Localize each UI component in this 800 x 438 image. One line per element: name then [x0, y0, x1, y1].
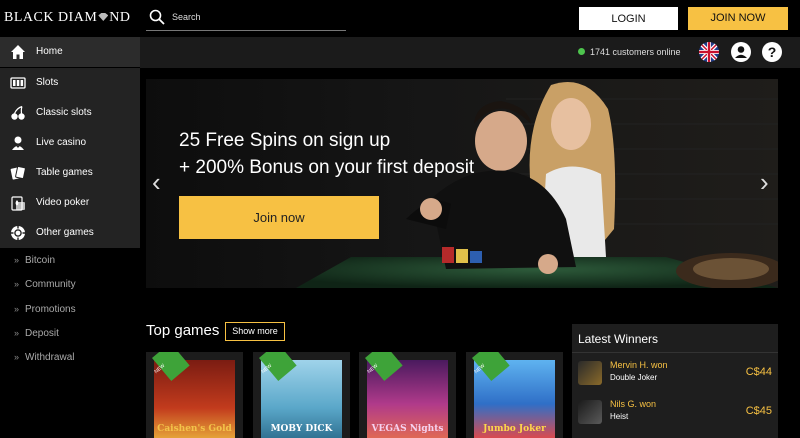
game-tile-caishens-gold[interactable]: NEW Caishen's Gold: [146, 352, 243, 438]
game-tile-moby-dick[interactable]: NEW MOBY DICK: [253, 352, 350, 438]
game-tile-vegas-nights[interactable]: NEW VEGAS Nights: [359, 352, 456, 438]
sidebar: Home Slots Classic slots Live casino Tab…: [0, 37, 140, 438]
sidebar-link-label: Bitcoin: [25, 255, 56, 266]
game-tile-jumbo-joker[interactable]: NEW Jumbo Joker: [466, 352, 563, 438]
sidebar-item-table-games[interactable]: Table games: [0, 158, 140, 188]
top-games-title: Top games: [146, 322, 220, 339]
user-icon[interactable]: [731, 42, 751, 62]
sidebar-link-bitcoin[interactable]: » Bitcoin: [14, 255, 55, 266]
game-title: Caishen's Gold: [157, 424, 232, 434]
divider: [572, 352, 778, 353]
chevron-right-icon: »: [14, 279, 20, 289]
sidebar-link-label: Withdrawal: [25, 352, 75, 363]
show-more-button[interactable]: Show more: [225, 322, 285, 341]
online-text: 1741 customers online: [590, 47, 681, 57]
dealer-icon: [12, 136, 24, 150]
banner-line-1: 25 Free Spins on sign up: [179, 130, 391, 151]
sidebar-item-label: Table games: [36, 167, 93, 178]
sidebar-item-classic-slots[interactable]: Classic slots: [0, 98, 140, 128]
sidebar-item-label: Slots: [36, 77, 59, 88]
winner-game-thumbnail: [578, 400, 602, 424]
poker-icon: [11, 196, 25, 211]
top-bar: BLACK DIAM ND Search LOGIN JOIN NOW: [0, 0, 800, 37]
winner-row[interactable]: Nils G. won Heist C$45: [572, 396, 778, 434]
sidebar-item-slots[interactable]: Slots: [0, 68, 140, 98]
logo-text-right: ND: [109, 10, 131, 25]
help-icon[interactable]: ?: [762, 42, 782, 62]
sidebar-item-other-games[interactable]: Other games: [0, 218, 140, 248]
winner-game: Heist: [610, 412, 629, 421]
brand-logo[interactable]: BLACK DIAM ND: [4, 10, 131, 26]
promo-banner[interactable]: 25 Free Spins on sign up + 200% Bonus on…: [146, 79, 778, 288]
join-now-button[interactable]: JOIN NOW: [688, 7, 788, 30]
chevron-right-icon[interactable]: ›: [760, 169, 769, 195]
chevron-right-icon: »: [14, 352, 20, 362]
game-title: MOBY DICK: [270, 424, 333, 434]
chevron-right-icon: »: [14, 328, 20, 338]
home-icon: [11, 45, 25, 59]
sidebar-item-label: Video poker: [36, 197, 90, 208]
chevron-right-icon: »: [14, 255, 20, 265]
casino-scene-image: [146, 79, 778, 288]
winner-amount: C$45: [745, 405, 772, 417]
sidebar-item-label: Live casino: [36, 137, 87, 148]
search-icon: [149, 9, 165, 25]
winner-game-thumbnail: [578, 361, 602, 385]
winner-game: Double Joker: [610, 373, 658, 382]
banner-headline: 25 Free Spins on sign up + 200% Bonus on…: [179, 127, 474, 181]
cherries-icon: [11, 105, 25, 120]
sidebar-link-label: Deposit: [25, 328, 59, 339]
sidebar-item-label: Other games: [36, 227, 94, 238]
cards-icon: [10, 165, 26, 180]
sidebar-link-deposit[interactable]: » Deposit: [14, 328, 59, 339]
banner-line-2: + 200% Bonus on your first deposit: [179, 157, 475, 178]
sidebar-link-withdrawal[interactable]: » Withdrawal: [14, 352, 74, 363]
banner-join-button[interactable]: Join now: [179, 196, 379, 239]
sidebar-item-live-casino[interactable]: Live casino: [0, 128, 140, 158]
logo-text-left: BLACK DIAM: [4, 10, 98, 25]
sidebar-link-community[interactable]: » Community: [14, 279, 76, 290]
chevron-right-icon: »: [14, 304, 20, 314]
winner-row[interactable]: Mervin H. won Double Joker C$44: [572, 357, 778, 395]
game-title: Jumbo Joker: [483, 424, 546, 434]
latest-winners-title: Latest Winners: [578, 332, 659, 346]
sidebar-item-label: Home: [36, 46, 63, 57]
sidebar-item-label: Classic slots: [36, 107, 92, 118]
search-placeholder: Search: [172, 12, 201, 22]
login-button[interactable]: LOGIN: [579, 7, 678, 30]
customers-online: 1741 customers online: [578, 47, 681, 57]
uk-flag-icon[interactable]: [699, 42, 719, 62]
sidebar-item-home[interactable]: Home: [0, 37, 140, 67]
diamond-icon: [98, 13, 109, 21]
sidebar-link-label: Community: [25, 279, 76, 290]
game-title: VEGAS Nights: [371, 424, 444, 434]
winner-name: Nils G. won: [610, 399, 657, 409]
sidebar-link-label: Promotions: [25, 304, 76, 315]
winner-name: Mervin H. won: [610, 360, 668, 370]
search-input[interactable]: Search: [146, 5, 346, 31]
latest-winners-panel: Latest Winners Mervin H. won Double Joke…: [572, 324, 778, 438]
winner-amount: C$44: [745, 366, 772, 378]
chip-icon: [11, 226, 25, 240]
slots-icon: [10, 77, 26, 89]
sidebar-item-video-poker[interactable]: Video poker: [0, 188, 140, 218]
online-dot-icon: [578, 48, 585, 55]
sidebar-link-promotions[interactable]: » Promotions: [14, 304, 76, 315]
chevron-left-icon[interactable]: ‹: [152, 169, 161, 195]
